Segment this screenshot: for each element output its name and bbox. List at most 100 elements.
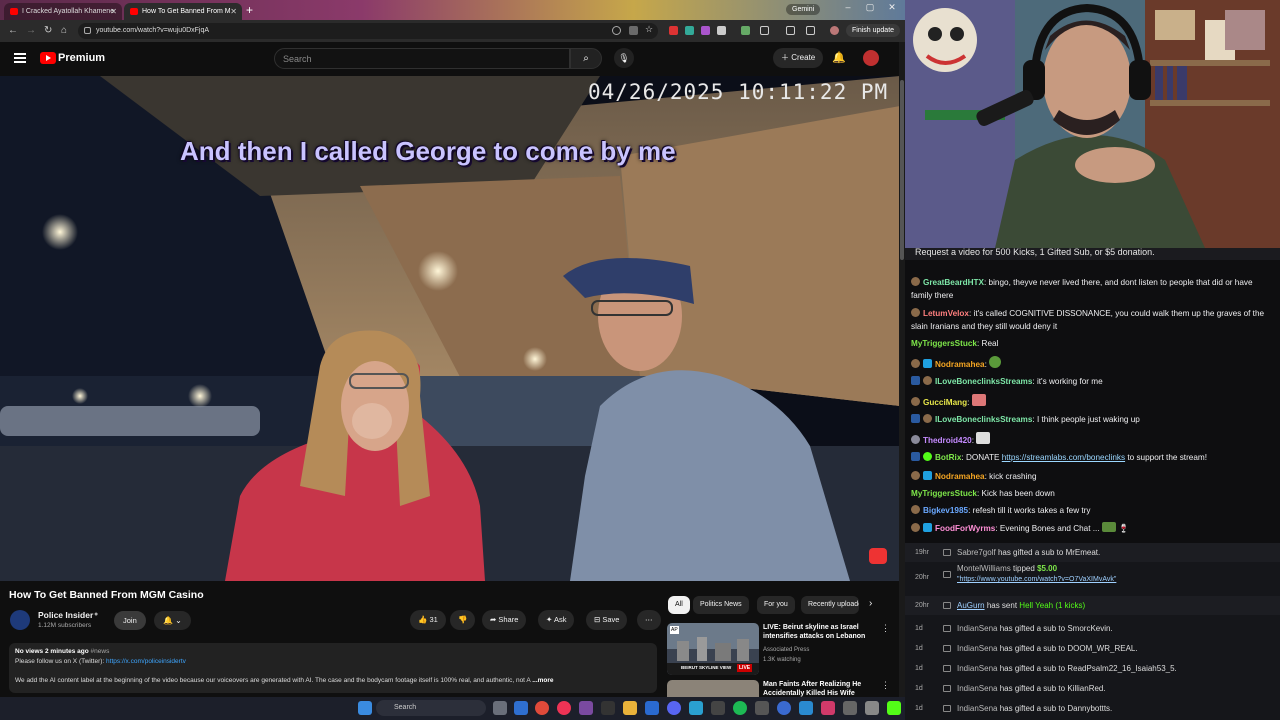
extension-icon[interactable] [685,26,694,35]
zoom-icon[interactable] [612,26,621,35]
channel-name[interactable]: Police Insider [38,610,93,620]
youtube-logo-icon[interactable] [40,52,56,64]
channel-watermark-icon[interactable] [869,548,887,564]
app-icon[interactable] [579,701,593,715]
app-icon[interactable] [755,701,769,715]
recommendation-item[interactable]: Man Faints After Realizing He Accidental… [667,680,892,697]
chat-username[interactable]: Nodramahea [935,472,985,481]
voice-search-button[interactable]: 🎙 [614,48,634,68]
extension-icon[interactable] [669,26,678,35]
app-icon[interactable] [821,701,835,715]
hamburger-menu-icon[interactable] [14,53,26,63]
browser-tab-active[interactable]: How To Get Banned From M ✕ [124,3,242,20]
app-icon[interactable] [777,701,791,715]
app-icon[interactable] [601,701,615,715]
new-tab-button[interactable]: + [246,3,253,17]
app-icon[interactable] [865,701,879,715]
hashtag[interactable]: #news [91,648,110,655]
recommendation-title[interactable]: LIVE: Beirut skyline as Israel intensifi… [763,623,879,641]
search-input[interactable]: Search [274,48,570,69]
sidebar-icon[interactable] [806,26,815,35]
recommendation-title[interactable]: Man Faints After Realizing He Accidental… [763,680,879,697]
share-icon[interactable] [629,26,638,35]
search-button[interactable]: ⌕ [570,48,602,69]
chat-username[interactable]: GucciMang [923,398,967,407]
home-icon[interactable]: ⌂ [61,25,67,36]
maximize-icon[interactable]: ▢ [860,2,880,13]
discord-icon[interactable] [667,701,681,715]
reload-icon[interactable]: ↻ [44,25,52,36]
browser-icon[interactable] [557,701,571,715]
twitter-link[interactable]: https://x.com/policeinsidertv [106,658,186,665]
recommendation-thumbnail[interactable]: AP BEIRUT SKYLINE VIEW LIVE [667,623,759,675]
downloads-icon[interactable] [786,26,795,35]
task-view-icon[interactable] [493,701,507,715]
account-avatar[interactable] [863,50,879,66]
profile-avatar[interactable] [830,26,839,35]
chat-username[interactable]: MyTriggersStuck [911,339,977,348]
forward-icon[interactable]: → [26,25,36,36]
recommendation-item[interactable]: AP BEIRUT SKYLINE VIEW LIVE LIVE: Beirut… [667,623,892,675]
extension-icon[interactable] [717,26,726,35]
file-explorer-icon[interactable] [623,701,637,715]
chat-username[interactable]: LetumVelox [923,309,969,318]
chips-next-chevron-icon[interactable]: › [869,598,872,609]
back-icon[interactable]: ← [8,25,18,36]
event-link[interactable]: "https://www.youtube.com/watch?v=O7VaXIM… [957,576,1116,583]
create-button[interactable]: ＋ Create [773,48,824,68]
save-button[interactable]: ⊟ Save [586,610,628,630]
finish-update-button[interactable]: Finish update [846,24,901,37]
edge-icon[interactable] [514,701,528,715]
url-field[interactable]: youtube.com/watch?v=wuju0DxFjqA [78,23,658,39]
chat-username[interactable]: GreatBeardHTX [923,278,984,287]
app-icon[interactable] [689,701,703,715]
chat-username[interactable]: FoodForWyrms [935,524,995,533]
like-button[interactable]: 👍 31 [410,610,446,630]
close-tab-icon[interactable]: ✕ [110,3,117,20]
chat-username[interactable]: ILoveBoneclinksStreams [935,415,1032,424]
close-tab-icon[interactable]: ✕ [230,3,237,20]
minimize-icon[interactable]: – [838,2,858,12]
video-player[interactable]: 04/26/2025 10:11:22 PM And then I called… [0,76,900,581]
site-info-icon[interactable] [84,27,91,34]
chrome-icon[interactable] [535,701,549,715]
chat-username[interactable]: Bigkev1985 [923,506,968,515]
chip-all[interactable]: All [668,596,690,614]
notifications-bell-icon[interactable]: 🔔 [832,51,846,64]
video-description[interactable]: No views 2 minutes ago #news Please foll… [9,643,657,693]
more-actions-button[interactable]: ⋯ [637,610,661,630]
more-dots-icon[interactable]: ⋮ [881,680,890,691]
chat-username[interactable]: MyTriggersStuck [911,489,977,498]
recommendation-channel[interactable]: Associated Press [763,647,809,653]
gemini-button[interactable]: Gemini [786,4,821,15]
close-window-icon[interactable]: ✕ [882,2,902,13]
chip-recently-uploaded[interactable]: Recently uploaded [801,596,859,614]
chip-for-you[interactable]: For you [757,596,795,614]
taskbar-search-input[interactable]: Search [376,700,486,716]
app-icon[interactable] [843,701,857,715]
recommendation-thumbnail[interactable] [667,680,759,697]
chat-username[interactable]: Nodramahea [935,360,985,369]
app-icon[interactable] [799,701,813,715]
join-button[interactable]: Join [114,611,146,630]
kick-icon[interactable] [887,701,901,715]
chat-username[interactable]: ILoveBoneclinksStreams [935,377,1032,386]
spotify-icon[interactable] [733,701,747,715]
chat-username[interactable]: BotRix [935,453,961,462]
bookmark-star-icon[interactable]: ☆ [645,24,654,34]
chat-username[interactable]: Thedroid420 [923,436,972,445]
extension-icon[interactable] [701,26,710,35]
start-windows-icon[interactable] [358,701,372,715]
browser-tab[interactable]: I Cracked Ayatollah Khamene ✕ [4,3,122,20]
share-button[interactable]: ➦ Share [482,610,527,630]
extension-icon[interactable] [741,26,750,35]
page-scrollbar-thumb[interactable] [900,80,904,260]
donate-link[interactable]: https://streamlabs.com/boneclinks [1002,453,1125,462]
app-icon[interactable] [645,701,659,715]
chip-politics-news[interactable]: Politics News [693,596,749,614]
show-more-button[interactable]: ...more [532,677,553,684]
ask-button[interactable]: ✦ Ask [538,610,575,630]
dislike-button[interactable]: 👎 [450,610,476,630]
youtube-premium-wordmark[interactable]: Premium [58,52,105,64]
obs-icon[interactable] [711,701,725,715]
